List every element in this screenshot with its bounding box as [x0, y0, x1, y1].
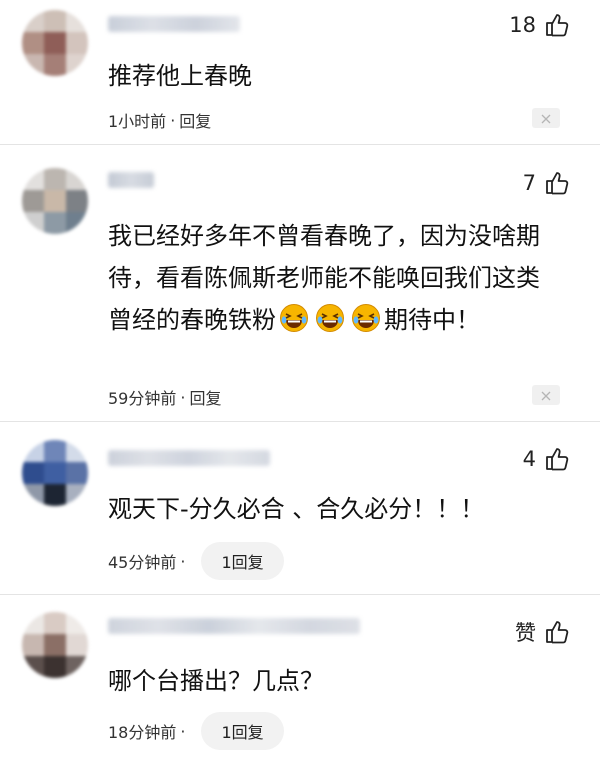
- timestamp: 59分钟前: [108, 389, 177, 408]
- like-counter[interactable]: 4: [523, 446, 570, 472]
- thumbs-up-icon[interactable]: [544, 12, 570, 38]
- comment-text-part: 期待中！: [384, 306, 480, 334]
- reply-link[interactable]: 回复: [179, 108, 211, 132]
- dismiss-button[interactable]: [532, 108, 560, 128]
- thumbs-up-icon[interactable]: [544, 170, 570, 196]
- comment-meta: 45分钟前 · 1回复: [108, 542, 284, 580]
- username-blurred[interactable]: [108, 16, 240, 32]
- timestamp: 45分钟前: [108, 553, 177, 572]
- avatar[interactable]: [22, 168, 88, 234]
- comment-meta: 1小时前 · 回复: [108, 108, 211, 132]
- thumbs-up-icon[interactable]: [544, 446, 570, 472]
- meta-separator: ·: [180, 721, 186, 741]
- divider: [0, 144, 600, 145]
- comment-meta: 59分钟前 · 回复: [108, 385, 221, 409]
- laughing-tears-emoji-icon: [351, 303, 381, 333]
- avatar[interactable]: [22, 612, 88, 678]
- like-counter[interactable]: 7: [523, 170, 570, 196]
- like-count: 18: [509, 13, 536, 37]
- username-blurred[interactable]: [108, 618, 360, 634]
- like-count: 4: [522, 447, 536, 471]
- like-counter[interactable]: 赞: [515, 617, 570, 647]
- laughing-tears-emoji-icon: [315, 303, 345, 333]
- close-icon: [541, 109, 551, 128]
- comment-text: 我已经好多年不曾看春晚了，因为没啥期待，看看陈佩斯老师能不能唤回我们这类曾经的春…: [108, 215, 548, 341]
- username-blurred[interactable]: [108, 172, 154, 188]
- comment-text: 观天下-分久必合 、合久必分！！！: [108, 495, 485, 523]
- avatar[interactable]: [22, 10, 88, 76]
- meta-separator: ·: [170, 110, 176, 130]
- reply-link[interactable]: 回复: [189, 385, 221, 409]
- reply-count-button[interactable]: 1回复: [201, 542, 284, 580]
- meta-separator: ·: [180, 387, 186, 407]
- comment-text: 哪个台播出？几点？: [108, 667, 324, 695]
- reply-count-button[interactable]: 1回复: [201, 712, 284, 750]
- comment-meta: 18分钟前 · 1回复: [108, 712, 284, 750]
- username-blurred[interactable]: [108, 450, 270, 466]
- close-icon: [541, 386, 551, 405]
- meta-separator: ·: [180, 551, 186, 571]
- divider: [0, 421, 600, 422]
- divider: [0, 594, 600, 595]
- like-count: 赞: [515, 621, 536, 645]
- thumbs-up-icon[interactable]: [544, 619, 570, 645]
- comment-text: 推荐他上春晚: [108, 62, 252, 90]
- timestamp: 18分钟前: [108, 723, 177, 742]
- like-counter[interactable]: 18: [509, 12, 570, 38]
- laughing-tears-emoji-icon: [279, 303, 309, 333]
- like-count: 7: [522, 171, 536, 195]
- avatar[interactable]: [22, 440, 88, 506]
- dismiss-button[interactable]: [532, 385, 560, 405]
- timestamp: 1小时前: [108, 112, 167, 131]
